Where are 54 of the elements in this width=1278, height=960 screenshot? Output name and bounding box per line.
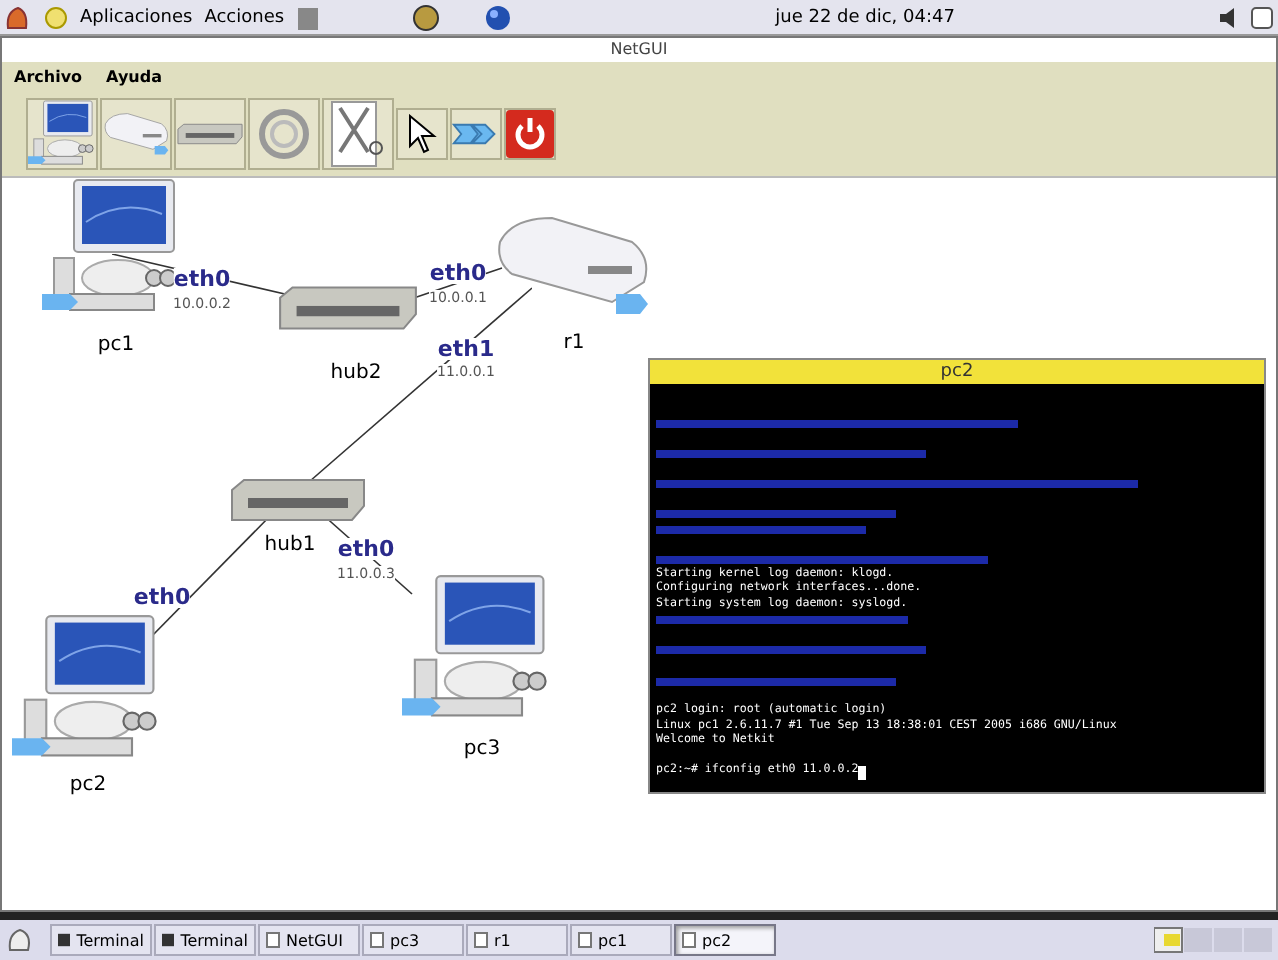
- menu-item[interactable]: Archivo: [14, 68, 83, 86]
- interface-name: eth1: [437, 338, 495, 360]
- power-icon: [506, 110, 554, 158]
- scissors-tool-button[interactable]: [322, 98, 394, 170]
- power-tool-button[interactable]: [504, 108, 556, 160]
- interface-name: eth0: [337, 538, 395, 560]
- arrows-tool-button[interactable]: [450, 108, 502, 160]
- document-icon: [682, 932, 696, 948]
- arrows-icon: [452, 118, 500, 150]
- node-label: r1: [563, 332, 585, 354]
- document-icon: [474, 932, 488, 948]
- terminal-title: pc2: [650, 360, 1264, 384]
- hub-icon: [176, 122, 244, 146]
- computer-tool-button[interactable]: [26, 98, 98, 170]
- clock[interactable]: jue 22 de dic, 04:47: [775, 7, 955, 27]
- document-icon: [266, 932, 280, 948]
- pointer-icon: [406, 114, 438, 154]
- globe-icon[interactable]: [484, 3, 513, 31]
- node-label: hub1: [264, 534, 316, 556]
- document-icon: [370, 932, 384, 948]
- taskbar-button[interactable]: NetGUI: [258, 924, 360, 956]
- taskbar-button[interactable]: pc1: [570, 924, 672, 956]
- window-title: NetGUI: [2, 38, 1276, 62]
- node-label: pc3: [463, 738, 501, 760]
- panel-menu[interactable]: Acciones: [204, 7, 285, 27]
- hub-icon[interactable]: [276, 284, 420, 332]
- taskbar-button[interactable]: Terminal: [154, 924, 256, 956]
- taskbar-button[interactable]: pc3: [362, 924, 464, 956]
- cable-coil-icon: [254, 104, 314, 164]
- taskbar-button[interactable]: Terminal: [50, 924, 152, 956]
- node-label: pc1: [97, 334, 135, 356]
- terminal-icon: [58, 932, 71, 948]
- pointer-tool-button[interactable]: [396, 108, 448, 160]
- interface-name: eth0: [429, 262, 487, 284]
- terminal-icon: [162, 932, 175, 948]
- text-cursor: [858, 765, 867, 780]
- interface-name: eth0: [133, 586, 191, 608]
- router-icon: [102, 110, 170, 158]
- taskbar-button[interactable]: pc2: [674, 924, 776, 956]
- hub-icon[interactable]: [226, 478, 370, 522]
- scissors-icon: [328, 100, 388, 168]
- node-label: hub2: [330, 362, 382, 384]
- workspace-switcher-icon[interactable]: [1154, 926, 1274, 954]
- taskbar-button[interactable]: r1: [466, 924, 568, 956]
- speaker-icon[interactable]: [1218, 5, 1238, 29]
- node-label: pc2: [69, 774, 107, 796]
- document-icon: [578, 932, 592, 948]
- panel-menu[interactable]: Aplicaciones: [80, 7, 193, 27]
- hub-tool-button[interactable]: [174, 98, 246, 170]
- menu-item[interactable]: Ayuda: [106, 68, 162, 86]
- interface-name: eth0: [173, 268, 231, 290]
- computer-icon: [28, 100, 96, 168]
- window-list-icon[interactable]: [1250, 5, 1274, 29]
- router-icon[interactable]: [492, 214, 652, 318]
